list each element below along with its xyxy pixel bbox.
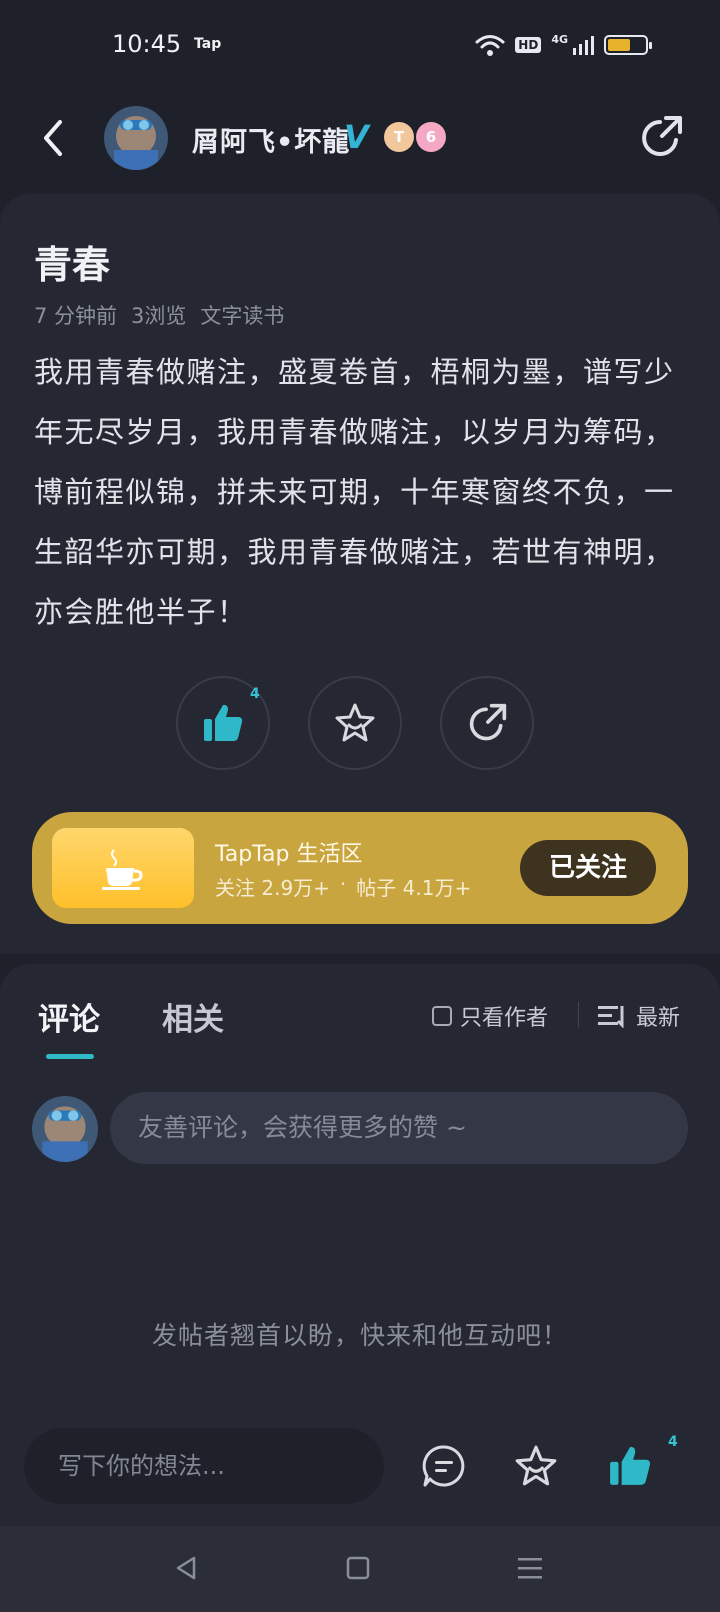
battery-fill	[608, 39, 630, 51]
bottom-favorite-button[interactable]	[510, 1440, 562, 1492]
coffee-cup-icon	[52, 828, 194, 908]
badge-six-icon: 6	[416, 122, 446, 152]
hd-badge: HD	[515, 37, 542, 53]
sort-label: 最新	[636, 1006, 681, 1031]
nav-home-button[interactable]	[336, 1546, 380, 1590]
tab-related[interactable]: 相关	[162, 994, 224, 1039]
thumbs-up-icon	[204, 704, 243, 741]
signal-icon	[573, 36, 594, 55]
sort-icon	[598, 1006, 624, 1028]
post-body: 我用青春做赌注，盛夏卷首，梧桐为墨，谱写少年无尽岁月，我用青春做赌注，以岁月为筹…	[34, 355, 675, 629]
comment-input[interactable]: 友善评论，会获得更多的赞 ~	[110, 1092, 688, 1164]
status-time: 10:45	[112, 30, 182, 58]
community-banner[interactable]: TapTap 生活区 关注 2.9万+ · 帖子 4.1万+ 已关注	[32, 812, 688, 924]
network-label: 4G	[551, 32, 568, 46]
tab-comments[interactable]: 评论	[38, 994, 100, 1039]
status-app-indicator: Tap	[194, 36, 222, 52]
status-bar: 10:45 Tap HD 4G	[0, 0, 720, 90]
community-name: TapTap 生活区	[215, 842, 363, 867]
favorite-button[interactable]	[308, 676, 402, 770]
square-home-icon	[346, 1556, 370, 1580]
empty-comments-hint: 发帖者翘首以盼，快来和他互动吧！	[151, 1321, 568, 1350]
thumbs-up-icon	[610, 1447, 651, 1485]
triangle-back-icon	[176, 1556, 196, 1580]
author-name[interactable]: 屑阿飞•坏龍	[192, 120, 350, 159]
nav-back-button[interactable]	[164, 1546, 208, 1590]
post-category[interactable]: 文字读书	[200, 300, 284, 330]
bottom-like-count: 4	[668, 1434, 678, 1450]
nav-menu-button[interactable]	[508, 1546, 552, 1590]
stats-separator: ·	[339, 872, 347, 896]
status-icons: HD 4G	[475, 30, 652, 60]
menu-lines-icon	[518, 1558, 542, 1579]
post-title: 青春	[34, 243, 111, 287]
author-avatar[interactable]	[104, 106, 168, 170]
author-only-label: 只看作者	[460, 1006, 549, 1031]
tab-indicator	[46, 1054, 94, 1059]
write-thought-input[interactable]: 写下你的想法...	[24, 1428, 384, 1504]
back-arrow-icon[interactable]	[36, 116, 72, 160]
wifi-icon	[475, 35, 505, 56]
system-nav-bar	[0, 1526, 720, 1612]
star-icon	[515, 1445, 557, 1486]
post-meta: 7 分钟前 3浏览 文字读书	[34, 300, 284, 330]
share-button[interactable]	[440, 676, 534, 770]
comment-button[interactable]	[418, 1440, 470, 1492]
comments-section: 评论 相关 只看作者 最新 友善评论，会获得更多的赞 ~ 发帖者翘首以盼，快来和…	[0, 964, 720, 1474]
post-time: 7 分钟前	[34, 304, 118, 328]
post-views: 3浏览	[131, 304, 187, 328]
battery-icon	[604, 35, 652, 55]
post-actions: 4	[176, 676, 546, 772]
bottom-like-button[interactable]	[604, 1440, 656, 1492]
community-stats: 关注 2.9万+ · 帖子 4.1万+	[215, 872, 471, 901]
star-icon	[335, 703, 375, 742]
screen: 10:45 Tap HD 4G 屑阿飞•坏龍 V T 6 青春 7 分钟前 3浏…	[0, 0, 720, 1612]
community-followers: 关注 2.9万+	[215, 876, 330, 900]
comment-bubble-icon	[422, 1445, 465, 1487]
like-count: 4	[250, 686, 260, 702]
like-button[interactable]: 4	[176, 676, 270, 770]
author-only-filter[interactable]: 只看作者	[432, 1000, 548, 1032]
share-icon[interactable]	[638, 114, 684, 160]
sort-toggle[interactable]: 最新	[598, 1000, 680, 1032]
post-header: 屑阿飞•坏龍 V T 6	[0, 98, 720, 178]
author-only-checkbox[interactable]	[432, 1006, 452, 1026]
filter-divider	[578, 1002, 579, 1028]
follow-button[interactable]: 已关注	[520, 840, 656, 896]
verified-v-icon: V	[344, 118, 369, 156]
badge-t-icon: T	[384, 122, 414, 152]
community-posts: 帖子 4.1万+	[356, 876, 472, 900]
current-user-avatar	[32, 1096, 98, 1162]
share-icon	[469, 703, 507, 741]
